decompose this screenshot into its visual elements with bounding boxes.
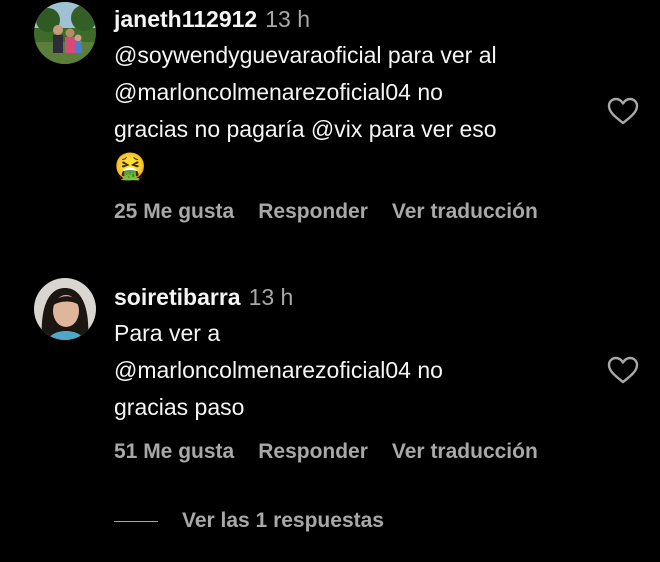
comment-line: @marloncolmenarezoficial04 no: [114, 79, 443, 105]
heart-icon[interactable]: [606, 355, 640, 385]
view-replies-button[interactable]: Ver las 1 respuestas: [114, 506, 384, 536]
translate-button[interactable]: Ver traducción: [392, 440, 538, 463]
comment-header: janeth112912 13 h: [114, 4, 590, 34]
vomit-emoji: 🤮: [114, 151, 147, 181]
reply-button[interactable]: Responder: [258, 200, 368, 223]
comment-line: gracias paso: [114, 394, 245, 420]
comment-line: @soywendyguevaraoficial para ver al: [114, 42, 497, 68]
comment-actions: 51 Me gusta Responder Ver traducción: [114, 440, 562, 464]
avatar[interactable]: [34, 2, 96, 64]
translate-button[interactable]: Ver traducción: [392, 200, 538, 223]
comment-body: soiretibarra 13 h Para ver a @marloncolme…: [114, 282, 590, 426]
username[interactable]: janeth112912: [114, 6, 257, 32]
comment-text: @soywendyguevaraoficial para ver al @mar…: [114, 37, 590, 185]
username[interactable]: soiretibarra: [114, 284, 241, 310]
timestamp[interactable]: 13 h: [249, 284, 294, 310]
likes-count[interactable]: 51 Me gusta: [114, 440, 234, 463]
heart-icon[interactable]: [606, 96, 640, 126]
timestamp[interactable]: 13 h: [265, 6, 310, 32]
comment-text: Para ver a @marloncolmenarezoficial04 no…: [114, 315, 590, 426]
likes-count[interactable]: 25 Me gusta: [114, 200, 234, 223]
reply-button[interactable]: Responder: [258, 440, 368, 463]
avatar[interactable]: [34, 278, 96, 340]
comment-line: Para ver a: [114, 320, 221, 346]
comment-header: soiretibarra 13 h: [114, 282, 590, 312]
comment-line: gracias no pagaría @vix para ver eso: [114, 116, 497, 142]
view-replies-label[interactable]: Ver las 1 respuestas: [182, 509, 384, 533]
comment-body: janeth112912 13 h @soywendyguevaraoficial…: [114, 4, 590, 185]
comment-line: @marloncolmenarezoficial04 no: [114, 357, 443, 383]
comment-actions: 25 Me gusta Responder Ver traducción: [114, 200, 562, 224]
replies-divider: [114, 520, 158, 522]
